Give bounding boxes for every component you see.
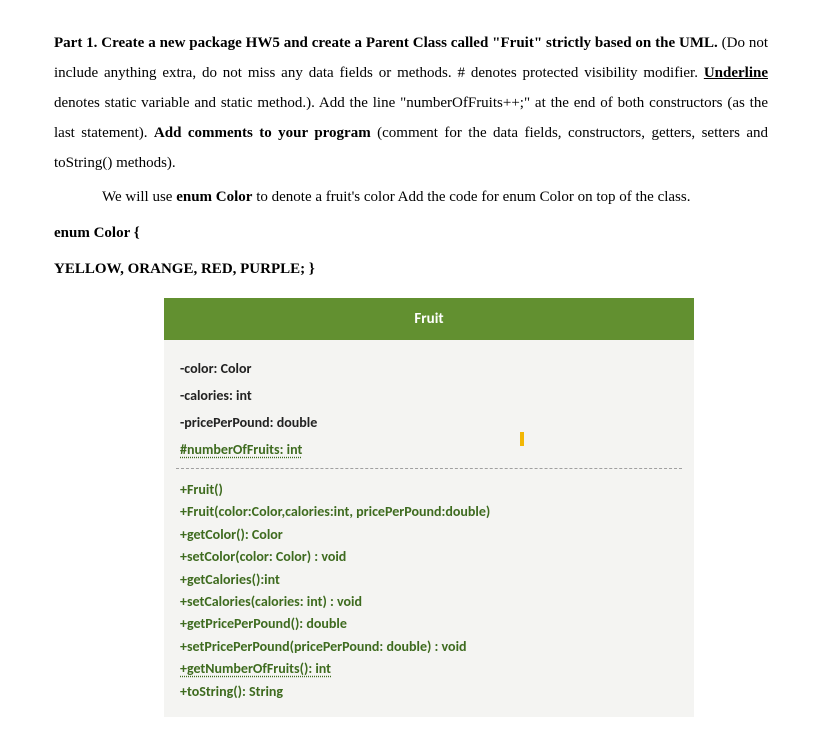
problem-statement: Part 1. Create a new package HW5 and cre…	[54, 28, 768, 284]
enum-line-1: enum Color {	[54, 218, 768, 248]
p1-bold2: Add comments to your program	[154, 125, 371, 141]
uml-method-3: +setColor(color: Color) : void	[180, 546, 678, 568]
paragraph-2: We will use enum Color to denote a fruit…	[54, 182, 768, 212]
uml-method-7: +setPricePerPound(pricePerPound: double)…	[180, 636, 678, 658]
p2-bold: enum Color	[176, 189, 252, 205]
uml-method-5: +setCalories(calories: int) : void	[180, 591, 678, 613]
uml-class-name: Fruit	[164, 298, 694, 340]
uml-attr-1: -calories: int	[180, 387, 678, 404]
uml-method-tostring: +toString(): String	[180, 681, 678, 703]
uml-method-1: +Fruit(color:Color,calories:int, pricePe…	[180, 501, 678, 523]
uml-body: -color: Color -calories: int -pricePerPo…	[164, 340, 694, 717]
uml-method-2: +getColor(): Color	[180, 524, 678, 546]
uml-method-6: +getPricePerPound(): double	[180, 613, 678, 635]
uml-method-0: +Fruit()	[180, 479, 678, 501]
text-cursor-icon	[520, 432, 524, 446]
uml-method-static: +getNumberOfFruits(): int	[180, 658, 678, 680]
uml-divider	[176, 468, 682, 469]
uml-attr-0: -color: Color	[180, 360, 678, 377]
uml-attr-2: -pricePerPound: double	[180, 414, 678, 431]
p2-b: to denote a fruit's color Add the code f…	[252, 189, 690, 205]
uml-diagram: Fruit -color: Color -calories: int -pric…	[164, 298, 694, 717]
part1-lead: Part 1. Create a new package HW5 and cre…	[54, 35, 718, 51]
uml-method-4: +getCalories():int	[180, 569, 678, 591]
p2-a: We will use	[102, 189, 176, 205]
paragraph-1: Part 1. Create a new package HW5 and cre…	[54, 28, 768, 178]
uml-attr-static: #numberOfFruits: int	[180, 441, 678, 458]
enum-line-2: YELLOW, ORANGE, RED, PURPLE; }	[54, 254, 768, 284]
p1-underline: Underline	[704, 65, 768, 81]
